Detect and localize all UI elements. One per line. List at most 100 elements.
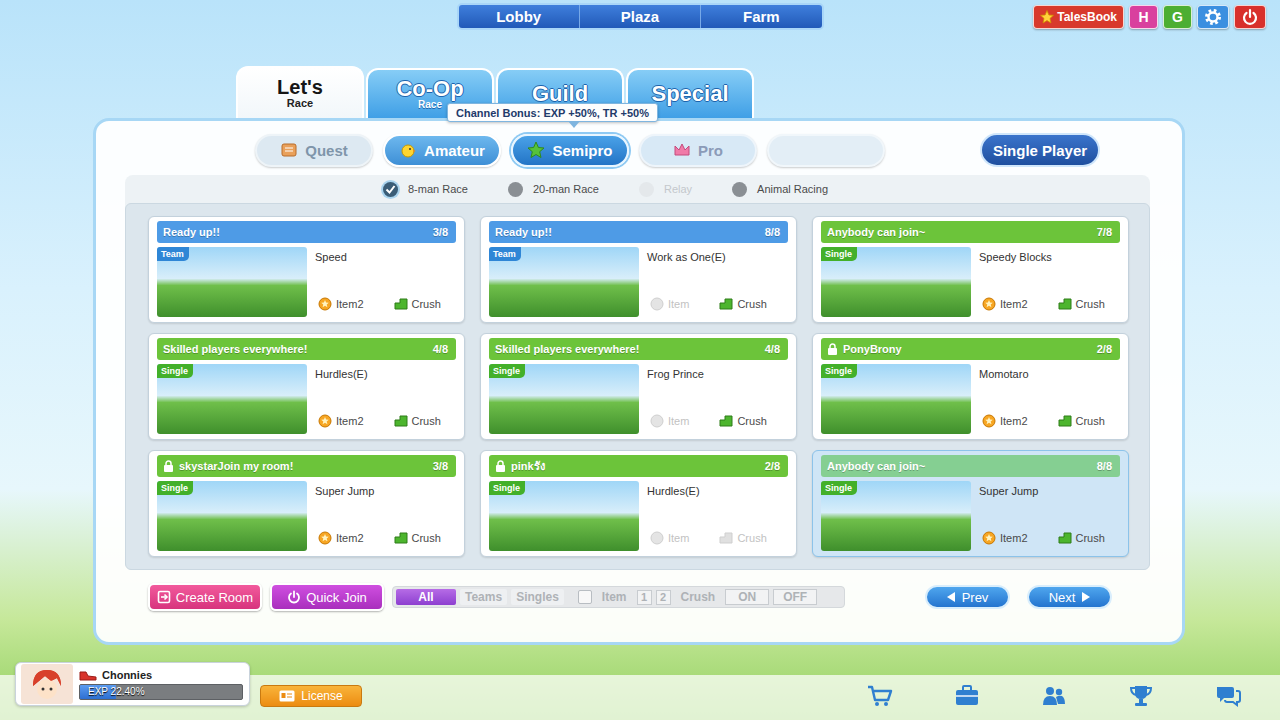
mode-tab[interactable]: Let'sRace bbox=[236, 66, 364, 118]
nav-tab[interactable]: Plaza bbox=[580, 5, 701, 28]
coin-icon bbox=[650, 414, 664, 428]
menu-icons bbox=[867, 683, 1280, 707]
room-board: 8-man Race20-man RaceRelayAnimal RacingR… bbox=[125, 175, 1150, 570]
race-type-option[interactable]: 20-man Race bbox=[508, 182, 599, 197]
room-title: Skilled players everywhere! bbox=[495, 343, 639, 355]
top-button-label: TalesBook bbox=[1057, 10, 1117, 24]
next-button[interactable]: Next bbox=[1027, 585, 1112, 609]
room-card[interactable]: Anybody can join~8/8SingleSuper JumpItem… bbox=[812, 450, 1129, 557]
block-icon bbox=[719, 414, 733, 428]
room-card[interactable]: Skilled players everywhere!4/8SingleHurd… bbox=[148, 333, 465, 440]
league-tab[interactable]: Quest bbox=[255, 134, 373, 167]
block-icon bbox=[1058, 531, 1072, 545]
room-card[interactable]: Skilled players everywhere!4/8SingleFrog… bbox=[480, 333, 797, 440]
filter-tab[interactable]: Teams bbox=[460, 589, 507, 605]
room-options: Item2Crush bbox=[315, 531, 456, 545]
cart-button[interactable] bbox=[867, 683, 893, 707]
radio-button[interactable] bbox=[508, 182, 523, 197]
room-card[interactable]: skystarJoin my room!3/8SingleSuper JumpI… bbox=[148, 450, 465, 557]
item-label: Item bbox=[668, 415, 689, 427]
create-room-button[interactable]: Create Room bbox=[148, 583, 262, 611]
league-tab[interactable]: Amateur bbox=[383, 134, 501, 167]
room-title: skystarJoin my room! bbox=[179, 460, 293, 472]
briefcase-button[interactable] bbox=[954, 683, 980, 707]
radio-button[interactable] bbox=[732, 182, 747, 197]
race-type-label: 8-man Race bbox=[408, 183, 468, 195]
item-checkbox[interactable] bbox=[578, 590, 592, 604]
map-name: Frog Prince bbox=[647, 368, 788, 380]
item-label: Item2 bbox=[336, 532, 364, 544]
nav-tab[interactable]: Lobby bbox=[459, 5, 580, 28]
prev-button[interactable]: Prev bbox=[925, 585, 1010, 609]
league-tab[interactable]: Pro bbox=[639, 134, 757, 167]
quick-join-button[interactable]: Quick Join bbox=[270, 583, 384, 611]
room-card[interactable]: Ready up!!8/8TeamWork as One(E)ItemCrush bbox=[480, 216, 797, 323]
friends-button[interactable] bbox=[1041, 683, 1067, 707]
coin-icon bbox=[318, 297, 332, 311]
chat-button[interactable] bbox=[1215, 683, 1241, 707]
nav-tab[interactable]: Farm bbox=[701, 5, 821, 28]
item-level: 1 bbox=[637, 590, 652, 605]
scroll-icon bbox=[280, 141, 298, 159]
coin-icon bbox=[650, 297, 664, 311]
top-button[interactable]: G bbox=[1163, 5, 1192, 29]
room-options: Item2Crush bbox=[979, 531, 1120, 545]
block-icon bbox=[1058, 414, 1072, 428]
league-label: Pro bbox=[698, 142, 723, 159]
item-label: Item2 bbox=[336, 298, 364, 310]
coin-icon bbox=[982, 414, 996, 428]
crush-toggle[interactable]: ON bbox=[725, 589, 769, 605]
crush-toggle[interactable]: OFF bbox=[773, 589, 817, 605]
crush-label: Crush bbox=[1076, 415, 1105, 427]
top-button[interactable]: H bbox=[1129, 5, 1158, 29]
radio-button[interactable] bbox=[383, 182, 398, 197]
top-button[interactable]: TalesBook bbox=[1033, 5, 1124, 29]
filter-tab[interactable]: Singles bbox=[511, 589, 564, 605]
settings-button[interactable] bbox=[1197, 5, 1229, 29]
league-tab[interactable]: Semipro bbox=[511, 134, 629, 167]
mode-tab-label: Let's bbox=[277, 77, 323, 98]
room-body: SingleSpeedy BlocksItem2Crush bbox=[821, 247, 1120, 317]
top-button-label: H bbox=[1138, 9, 1148, 25]
game-screen: LobbyPlazaFarmTalesBookHGLet'sRaceCo-OpR… bbox=[0, 0, 1280, 720]
room-count: 3/8 bbox=[433, 226, 448, 238]
race-type-option[interactable]: 8-man Race bbox=[383, 182, 468, 197]
item-label: Item2 bbox=[336, 415, 364, 427]
room-card[interactable]: PonyBrony2/8SingleMomotaroItem2Crush bbox=[812, 333, 1129, 440]
mode-badge: Team bbox=[489, 247, 521, 261]
power-button[interactable] bbox=[1234, 5, 1266, 29]
quick-join-label: Quick Join bbox=[306, 590, 367, 605]
check-icon bbox=[385, 184, 396, 195]
mode-badge: Single bbox=[489, 364, 525, 378]
race-type-option[interactable]: Animal Racing bbox=[732, 182, 828, 197]
room-info: Frog PrinceItemCrush bbox=[639, 364, 788, 434]
trophy-button[interactable] bbox=[1128, 683, 1154, 707]
player-card[interactable]: ChonniesEXP 22.40% bbox=[15, 662, 250, 706]
single-player-button[interactable]: Single Player bbox=[980, 133, 1100, 167]
room-count: 4/8 bbox=[433, 343, 448, 355]
block-icon bbox=[394, 414, 408, 428]
bonus-tooltip-text: Channel Bonus: EXP +50%, TR +50% bbox=[456, 107, 649, 119]
exp-label: EXP 22.40% bbox=[80, 685, 242, 699]
room-card[interactable]: pinkรัง2/8SingleHurdles(E)ItemCrush bbox=[480, 450, 797, 557]
license-button[interactable]: License bbox=[260, 685, 362, 707]
crush-option: Crush bbox=[394, 414, 441, 428]
filter-tab[interactable]: All bbox=[396, 589, 456, 605]
bottom-bar: ChonniesEXP 22.40% License bbox=[0, 662, 1280, 720]
map-thumbnail: Team bbox=[157, 247, 307, 317]
briefcase-icon bbox=[954, 683, 980, 707]
item-option: Item bbox=[650, 414, 689, 428]
room-header: skystarJoin my room!3/8 bbox=[157, 455, 456, 477]
room-info: Super JumpItem2Crush bbox=[307, 481, 456, 551]
room-count: 7/8 bbox=[1097, 226, 1112, 238]
room-header: pinkรัง2/8 bbox=[489, 455, 788, 477]
power-icon bbox=[1241, 8, 1259, 26]
room-info: Hurdles(E)ItemCrush bbox=[639, 481, 788, 551]
lock-icon bbox=[827, 343, 838, 355]
main-nav: LobbyPlazaFarm bbox=[457, 3, 824, 30]
power-icon bbox=[287, 590, 301, 604]
exp-bar: EXP 22.40% bbox=[79, 684, 243, 700]
room-card[interactable]: Ready up!!3/8TeamSpeedItem2Crush bbox=[148, 216, 465, 323]
room-card[interactable]: Anybody can join~7/8SingleSpeedy BlocksI… bbox=[812, 216, 1129, 323]
shoe-icon bbox=[79, 669, 97, 681]
